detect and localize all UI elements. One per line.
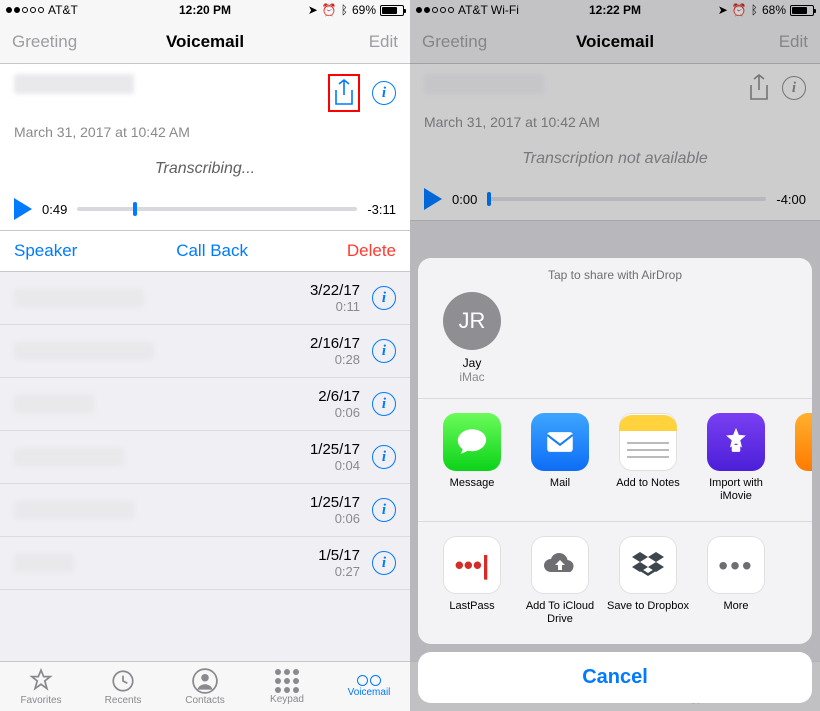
phone-left: AT&T 12:20 PM ➤ ⏰ ᛒ 69% Greeting Voicema… — [0, 0, 410, 711]
status-bar: AT&T 12:20 PM ➤ ⏰ ᛒ 69% — [0, 0, 410, 20]
play-button[interactable] — [14, 198, 32, 220]
speaker-button[interactable]: Speaker — [14, 241, 77, 261]
scrubber-knob[interactable] — [133, 202, 137, 216]
share-app-notes[interactable]: Add to Notes — [604, 413, 692, 503]
share-sheet: Tap to share with AirDrop JR Jay iMac Me… — [418, 258, 812, 703]
highlight-box — [328, 74, 360, 112]
list-item[interactable]: 1/25/170:04i — [0, 431, 410, 484]
share-button[interactable] — [333, 79, 355, 107]
carrier-label: AT&T — [48, 3, 78, 17]
list-item[interactable]: 1/5/170:27i — [0, 537, 410, 590]
share-action-dropbox[interactable]: Save to Dropbox — [604, 536, 692, 626]
nav-title: Voicemail — [166, 32, 244, 52]
nav-greeting-button[interactable]: Greeting — [0, 32, 89, 52]
share-app-mail[interactable]: Mail — [516, 413, 604, 503]
info-button[interactable]: i — [372, 286, 396, 310]
info-button[interactable]: i — [372, 392, 396, 416]
clock-label: 12:20 PM — [179, 3, 231, 17]
tab-favorites[interactable]: Favorites — [0, 662, 82, 711]
share-action-lastpass[interactable]: •••|LastPass — [428, 536, 516, 626]
voicemail-actions: Speaker Call Back Delete — [0, 231, 410, 272]
tab-bar: Favorites Recents Contacts Keypad Voicem… — [0, 661, 410, 711]
info-button[interactable]: i — [372, 551, 396, 575]
list-item[interactable]: 1/25/170:06i — [0, 484, 410, 537]
voicemail-detail: i March 31, 2017 at 10:42 AM Transcribin… — [0, 64, 410, 231]
share-app-message[interactable]: Message — [428, 413, 516, 503]
transcription-status: Transcribing... — [14, 160, 396, 178]
voicemail-date: March 31, 2017 at 10:42 AM — [14, 124, 396, 140]
nav-bar: Greeting Voicemail Edit — [0, 20, 410, 64]
airdrop-device: iMac — [428, 370, 516, 384]
tab-voicemail[interactable]: Voicemail — [328, 662, 410, 711]
share-app-partial[interactable]: In — [780, 413, 812, 503]
info-button[interactable]: i — [372, 339, 396, 363]
alarm-icon: ⏰ — [322, 3, 337, 17]
info-button[interactable]: i — [372, 445, 396, 469]
delete-button[interactable]: Delete — [347, 241, 396, 261]
cancel-button[interactable]: Cancel — [418, 652, 812, 703]
caller-name-redacted — [14, 74, 134, 94]
airdrop-header: Tap to share with AirDrop — [418, 258, 812, 288]
tab-recents[interactable]: Recents — [82, 662, 164, 711]
airdrop-target[interactable]: JR Jay iMac — [428, 292, 516, 384]
keypad-icon — [275, 669, 299, 693]
nav-edit-button[interactable]: Edit — [357, 32, 410, 52]
voicemail-icon — [357, 675, 381, 686]
tab-keypad[interactable]: Keypad — [246, 662, 328, 711]
location-icon: ➤ — [308, 3, 318, 17]
battery-icon — [380, 5, 404, 16]
scrubber-track[interactable] — [77, 207, 357, 211]
voicemail-list: 3/22/170:11i 2/16/170:28i 2/6/170:06i 1/… — [0, 272, 410, 661]
remaining-time: -3:11 — [367, 202, 396, 217]
share-action-icloud[interactable]: Add To iCloud Drive — [516, 536, 604, 626]
airdrop-avatar: JR — [443, 292, 501, 350]
bluetooth-icon: ᛒ — [341, 3, 348, 17]
list-item[interactable]: 2/6/170:06i — [0, 378, 410, 431]
list-item[interactable]: 3/22/170:11i — [0, 272, 410, 325]
airdrop-name: Jay — [428, 356, 516, 370]
share-app-imovie[interactable]: Import with iMovie — [692, 413, 780, 503]
battery-pct-label: 69% — [352, 3, 376, 17]
info-button[interactable]: i — [372, 81, 396, 105]
list-item[interactable]: 2/16/170:28i — [0, 325, 410, 378]
tab-contacts[interactable]: Contacts — [164, 662, 246, 711]
share-action-more[interactable]: •••More — [692, 536, 780, 626]
callback-button[interactable]: Call Back — [176, 241, 248, 261]
phone-right: AT&T Wi-Fi 12:22 PM ➤ ⏰ ᛒ 68% Greeting V… — [410, 0, 820, 711]
elapsed-time: 0:49 — [42, 202, 67, 217]
signal-dots-icon — [6, 7, 44, 13]
info-button[interactable]: i — [372, 498, 396, 522]
